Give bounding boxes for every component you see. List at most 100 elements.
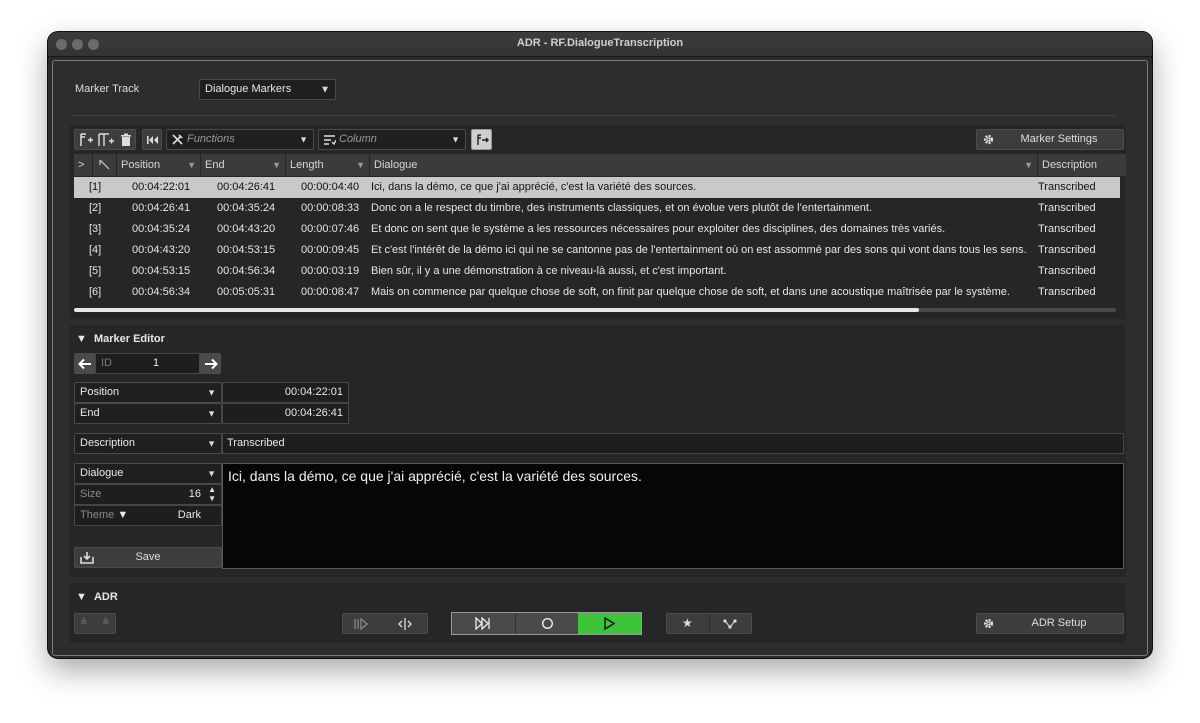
rehearse-button[interactable] [452,613,515,634]
chevron-right-icon: > [78,159,85,171]
previous-marker-button[interactable] [74,353,95,374]
save-button[interactable]: Save [74,547,222,568]
adr-setup-label: ADR Setup [1031,617,1087,629]
level-up-icon[interactable]: ≜ [80,617,88,628]
row-end: 00:05:05:31 [217,286,276,298]
id-field[interactable]: ID 1 [95,353,200,374]
end-field-select[interactable]: End ▼ [74,403,222,424]
cue-in-icon[interactable] [353,618,371,630]
row-id: [3] [89,223,102,235]
row-id: [2] [89,202,102,214]
dialogue-label: Dialogue [80,467,124,479]
description-input[interactable]: Transcribed [222,433,1124,454]
table-row[interactable]: [5] 00:04:53:15 00:04:56:34 00:00:03:19 … [74,261,1120,282]
dialogue-field-select[interactable]: Dialogue ▼ [74,463,222,484]
font-size-stepper[interactable]: Size 16 ▲ ▼ [74,484,222,505]
go-to-start-button[interactable] [142,129,162,150]
sort-icon: ▼ [356,160,365,170]
sort-icon: ▼ [272,160,281,170]
skip-to-start-icon [146,134,159,146]
column-select[interactable]: Column ▼ [318,129,466,150]
row-description: Transcribed [1038,244,1096,256]
row-dialogue: Ici, dans la démo, ce que j'ai apprécié,… [371,181,697,193]
position-field-select[interactable]: Position ▼ [74,382,222,403]
expand-column-header[interactable]: > [74,154,92,176]
end-value-field[interactable]: 00:04:26:41 [222,403,349,424]
star-icon[interactable]: ★ [682,616,693,630]
adr-title: ADR [93,591,118,603]
collapse-triangle-icon: ▼ [76,591,87,603]
divider [71,115,1115,116]
arrow-left-icon [78,357,92,371]
length-column-header[interactable]: Length ▼ [285,154,369,176]
adr-setup-button[interactable]: ADR Setup [976,613,1124,634]
table-row[interactable]: [6] 00:04:56:34 00:05:05:31 00:00:08:47 … [74,282,1120,303]
dialogue-column-header[interactable]: Dialogue ▼ [369,154,1037,176]
marker-track-value: Dialogue Markers [205,83,292,95]
marker-editor-header[interactable]: ▼ Marker Editor [76,333,165,345]
table-row[interactable]: [4] 00:04:43:20 00:04:53:15 00:00:09:45 … [74,240,1120,261]
scrollbar-thumb[interactable] [74,308,919,312]
marker-settings-button[interactable]: Marker Settings [976,129,1124,150]
functions-select[interactable]: Functions ▼ [166,129,314,150]
size-value: 16 [188,488,201,500]
gear-icon [982,133,995,146]
add-multiple-markers-icon[interactable] [97,132,115,148]
play-icon [603,617,616,630]
table-row[interactable]: [3] 00:04:35:24 00:04:43:20 00:00:07:46 … [74,219,1120,240]
row-length: 00:00:09:45 [301,244,360,256]
marker-track-select[interactable]: Dialogue Markers ▼ [199,79,336,100]
level-down-icon[interactable]: ≚ [102,617,110,628]
row-description: Transcribed [1038,223,1096,235]
row-end: 00:04:53:15 [217,244,276,256]
loop-play-icon [474,617,492,630]
table-row[interactable]: [2] 00:04:26:41 00:04:35:24 00:00:08:33 … [74,198,1120,219]
row-dialogue: Et c'est l'intérêt de la démo ici qui ne… [371,244,1027,256]
position-column-header[interactable]: Position ▼ [116,154,200,176]
description-field-select[interactable]: Description ▼ [74,433,222,454]
scatter-markers-icon[interactable] [722,618,738,630]
cue-range-icon[interactable] [397,618,413,630]
adr-header[interactable]: ▼ ADR [76,591,118,603]
sort-icon: ▼ [1024,160,1033,170]
position-value-field[interactable]: 00:04:22:01 [222,382,349,403]
stepper-arrows-icon[interactable]: ▲ ▼ [208,485,216,503]
arrow-right-icon [204,357,218,371]
table-row[interactable]: [1] 00:04:22:01 00:04:26:41 00:00:04:40 … [74,177,1120,198]
description-header-label: Description [1042,159,1098,171]
description-column-header[interactable]: Description [1037,154,1126,176]
adr-panel: ▼ ADR ≜ ≚ ★ ADR Setup [70,583,1126,643]
window-title: ADR - RF.DialogueTranscription [516,37,684,49]
add-marker-icon[interactable] [78,132,94,148]
functions-placeholder: Functions [187,133,235,145]
column-action-button[interactable] [471,129,492,150]
main-panel: Marker Track Dialogue Markers ▼ Function… [52,60,1148,656]
chevron-down-icon: ▼ [451,134,460,144]
row-id: [5] [89,265,102,277]
size-label: Size [80,488,102,500]
transport-group [451,612,642,635]
row-dialogue: Mais on commence par quelque chose de so… [371,286,1010,298]
record-icon [541,617,554,630]
position-label: Position [80,386,120,398]
chevron-down-icon: ▼ [207,408,216,418]
dialogue-text-editor[interactable]: Ici, dans la démo, ce que j'ai apprécié,… [222,463,1124,569]
end-value: 00:04:26:41 [284,407,343,419]
end-column-header[interactable]: End ▼ [200,154,285,176]
theme-value: Dark [177,509,201,521]
row-length: 00:00:08:47 [301,286,360,298]
trash-icon[interactable] [119,133,133,147]
length-header-label: Length [290,159,324,171]
tools-icon [171,133,184,146]
save-icon [80,551,94,564]
record-button[interactable] [515,613,579,634]
position-value: 00:04:22:01 [284,386,343,398]
adr-window: ADR - RF.DialogueTranscription Marker Tr… [48,32,1152,658]
theme-select[interactable]: Theme Dark ▼ [74,505,222,526]
play-button[interactable] [578,613,641,634]
flag-column-header[interactable] [92,154,116,176]
save-label: Save [135,551,161,563]
row-end: 00:04:35:24 [217,202,276,214]
chevron-down-icon: ▼ [207,468,216,478]
next-marker-button[interactable] [200,353,221,374]
